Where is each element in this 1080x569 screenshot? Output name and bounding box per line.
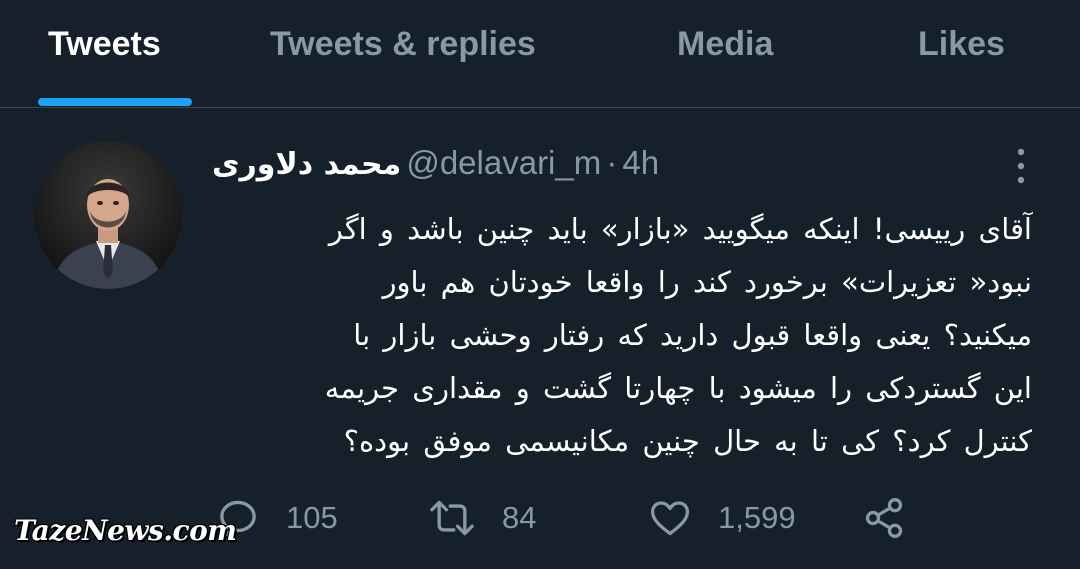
display-name[interactable]: محمد دلاوری [212,147,401,182]
retweet-icon [428,496,476,540]
tab-tweets-and-replies[interactable]: Tweets & replies [270,22,536,66]
tweet-text-line: نبود« تعزیرات» برخورد کند را واقعا خودتا… [382,265,1032,299]
tweet-text-line: آقای رییسی! اینکه میگویید «بازار» باید چ… [328,212,1032,246]
reply-count: 105 [286,500,338,535]
tab-tweets[interactable]: Tweets [48,22,161,66]
like-count: 1,599 [718,500,796,535]
tweet-text: آقای رییسی! اینکه میگویید «بازار» باید چ… [212,203,1032,468]
retweet-button[interactable]: 84 [428,496,536,540]
retweet-count: 84 [502,500,537,535]
tweet-time[interactable]: 4h [622,144,659,181]
heart-icon [648,496,692,540]
tab-likes[interactable]: Likes [918,22,1005,66]
tweet-header: محمد دلاوری @delavari_m · 4h [212,144,972,188]
separator-dot: · [606,144,618,181]
tweet-text-line: این گستردکی را میشود با چهارتا گشت و مقد… [324,371,1032,405]
share-icon [862,496,906,540]
watermark: TazeNews.com [14,514,237,547]
tweet[interactable]: محمد دلاوری @delavari_m · 4h آقای رییسی!… [0,108,1080,569]
avatar[interactable] [34,141,182,289]
tweet-text-line: میکنید؟ یعنی واقعا قبول دارید که رفتار و… [353,318,1032,352]
share-button[interactable] [862,496,906,540]
tweet-text-line: کنترل کرد؟ کی تا به حال چنین مکانیسمی مو… [343,424,1032,458]
like-button[interactable]: 1,599 [648,496,796,540]
more-vertical-icon[interactable] [1014,146,1028,186]
user-handle[interactable]: @delavari_m [406,144,601,181]
profile-tabs: Tweets Tweets & replies Media Likes [0,0,1080,108]
active-tab-indicator [38,98,192,106]
tab-media[interactable]: Media [677,22,773,66]
